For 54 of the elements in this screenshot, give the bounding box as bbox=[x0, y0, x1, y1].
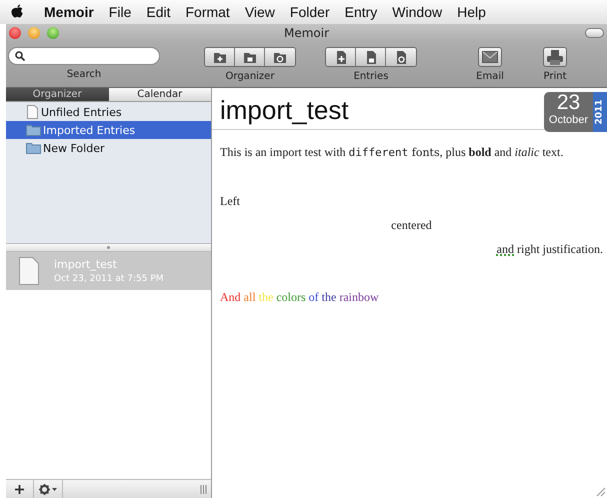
toolbar-button[interactable] bbox=[265, 48, 295, 66]
printer-icon bbox=[547, 50, 563, 64]
app-menu[interactable]: Memoir bbox=[44, 4, 94, 20]
document-icon bbox=[18, 257, 40, 285]
split-handle[interactable] bbox=[6, 243, 211, 252]
menu-item[interactable]: Entry bbox=[344, 4, 378, 20]
apple-icon bbox=[10, 4, 25, 20]
resize-grip-icon[interactable] bbox=[200, 484, 207, 494]
search-icon bbox=[15, 51, 25, 61]
window-title: Memoir bbox=[282, 26, 330, 40]
month-name: October bbox=[548, 114, 588, 127]
toolbar-label: Print bbox=[543, 71, 566, 82]
toolbar-label: Organizer bbox=[226, 71, 274, 82]
paragraph-text: And all the colors of the rainbow bbox=[220, 289, 380, 306]
toolbar-button[interactable] bbox=[543, 47, 567, 67]
toolbar-button[interactable] bbox=[386, 48, 416, 66]
document-icon bbox=[26, 105, 39, 119]
gear-icon bbox=[39, 484, 50, 494]
menu-item[interactable]: Format bbox=[185, 4, 230, 20]
sidebar-item[interactable]: New Folder bbox=[6, 139, 211, 157]
menu-item[interactable]: File bbox=[108, 4, 132, 20]
sidebar-tab[interactable]: Calendar bbox=[108, 88, 211, 102]
search-field[interactable] bbox=[8, 47, 160, 65]
toolbar-label: Search bbox=[66, 69, 102, 80]
menu-item[interactable]: View bbox=[244, 4, 275, 20]
paragraph-text: centered bbox=[390, 217, 433, 234]
toolbar-toggle-button[interactable] bbox=[585, 28, 604, 38]
toolbar-label: Email bbox=[476, 71, 504, 82]
folder-icon bbox=[26, 124, 41, 136]
menu-item[interactable]: Window bbox=[392, 4, 442, 20]
entry-heading: import_test bbox=[220, 95, 349, 125]
caret-icon bbox=[52, 488, 57, 490]
folder-icon bbox=[26, 142, 41, 154]
toolbar-button[interactable] bbox=[356, 48, 386, 66]
menu-item[interactable]: Edit bbox=[146, 4, 170, 20]
year-number: 2011 bbox=[595, 99, 605, 125]
toolbar-label: Entries bbox=[354, 71, 388, 82]
toolbar-button[interactable] bbox=[235, 48, 265, 66]
menu-item[interactable]: Folder bbox=[290, 4, 330, 20]
toolbar-button[interactable] bbox=[205, 48, 235, 66]
folder-plus-icon bbox=[212, 50, 226, 64]
resize-grip-icon[interactable] bbox=[596, 487, 606, 497]
toolbar-button[interactable] bbox=[326, 48, 356, 66]
paragraph-text: This is an import test with different fonts, plus bold and italic text. bbox=[220, 144, 564, 161]
plus-icon bbox=[15, 484, 24, 494]
menu-item[interactable]: Help bbox=[457, 4, 486, 20]
envelope-icon bbox=[482, 51, 498, 63]
toolbar-button[interactable] bbox=[478, 47, 502, 67]
paragraph-text: Left bbox=[220, 193, 241, 210]
sidebar-item[interactable]: Imported Entries bbox=[6, 121, 211, 139]
paragraph-text: and right justification. bbox=[496, 241, 603, 258]
sidebar-item[interactable]: Unfiled Entries bbox=[6, 103, 211, 121]
day-number: 23 bbox=[556, 92, 580, 114]
sidebar-tab[interactable]: Organizer bbox=[6, 88, 108, 102]
